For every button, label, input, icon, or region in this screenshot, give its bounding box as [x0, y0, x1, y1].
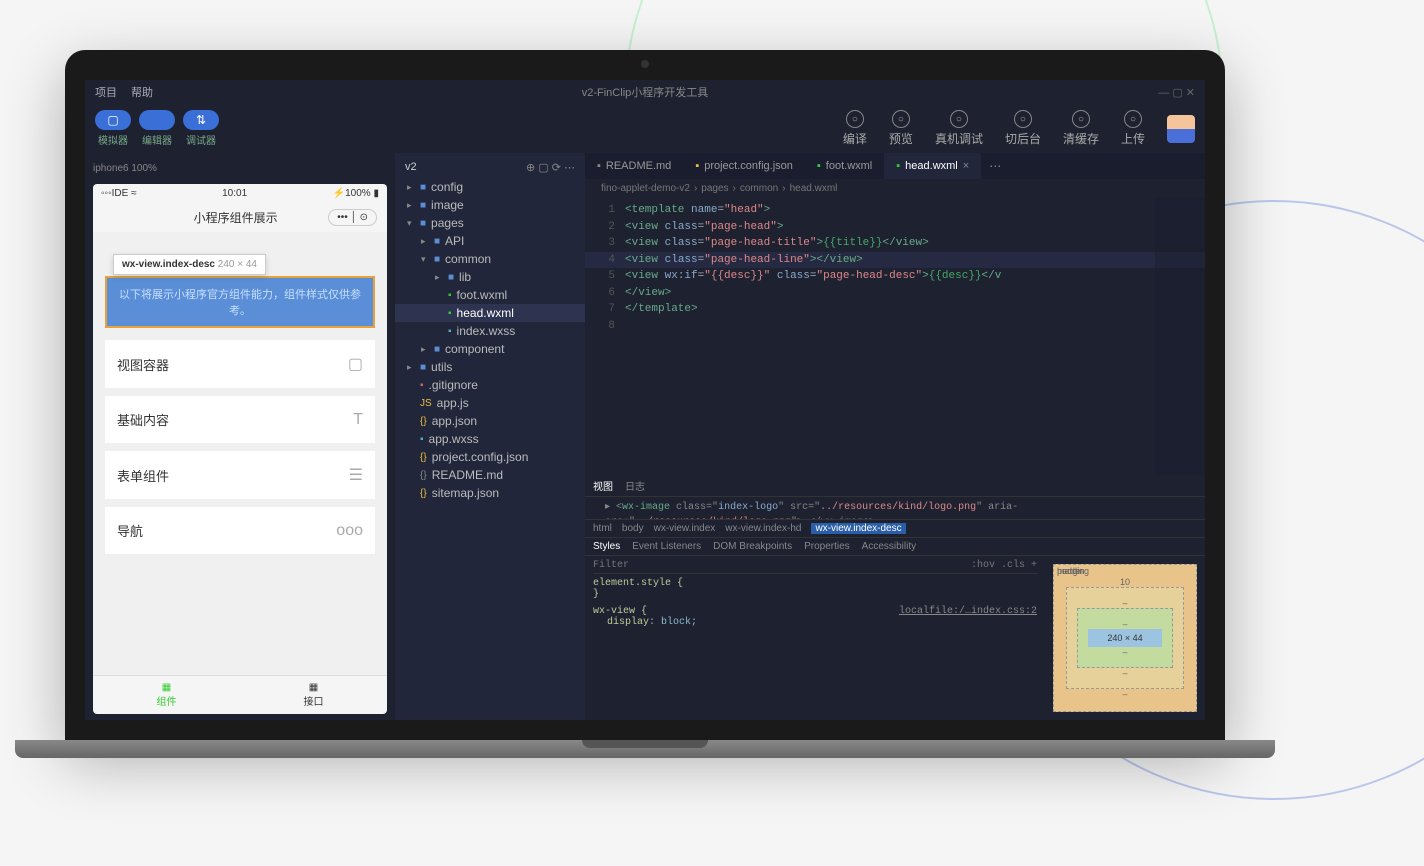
- tree-root[interactable]: v2: [405, 161, 417, 174]
- tree-item[interactable]: ▪foot.wxml: [395, 286, 585, 304]
- phone-tab-0[interactable]: ▦组件: [93, 676, 240, 714]
- devtools-tab-log[interactable]: 日志: [625, 478, 645, 493]
- tree-actions[interactable]: ⊕ ▢ ⟳ ⋯: [526, 161, 575, 174]
- menu-help[interactable]: 帮助: [131, 84, 153, 100]
- elements-breadcrumb[interactable]: htmlbodywx-view.indexwx-view.index-hdwx-…: [585, 519, 1205, 537]
- status-signal: ◦◦◦IDE ≈: [101, 188, 137, 199]
- file-explorer: v2 ⊕ ▢ ⟳ ⋯ ▸■config▸■image▾■pages▸■API▾■…: [395, 153, 585, 720]
- tool-2[interactable]: ⇅调试器: [183, 110, 219, 147]
- devtools-subtab[interactable]: Accessibility: [862, 541, 916, 552]
- tree-item[interactable]: ▸■lib: [395, 268, 585, 286]
- ide-window: 项目 帮助 v2-FinClip小程序开发工具 — ▢ ✕ ▢模拟器编辑器⇅调试…: [85, 80, 1205, 720]
- action-4[interactable]: ○清缓存: [1063, 110, 1099, 147]
- menu-project[interactable]: 项目: [95, 84, 117, 100]
- devtools-subtab[interactable]: Properties: [804, 541, 850, 552]
- tree-item[interactable]: ▪app.wxss: [395, 430, 585, 448]
- tree-item[interactable]: ▪head.wxml: [395, 304, 585, 322]
- minimap[interactable]: [1155, 198, 1205, 475]
- tree-item[interactable]: ▸■utils: [395, 358, 585, 376]
- elements-tree[interactable]: ▸ <wx-image class="index-logo" src="../r…: [585, 497, 1205, 519]
- card-0[interactable]: 视图容器▢: [105, 340, 375, 388]
- tool-0[interactable]: ▢模拟器: [95, 110, 131, 147]
- action-3[interactable]: ○切后台: [1005, 110, 1041, 147]
- box-model: margin 10 border – padding – 240 × 4: [1045, 556, 1205, 720]
- avatar[interactable]: [1167, 115, 1195, 143]
- action-2[interactable]: ○真机调试: [935, 110, 983, 147]
- menubar: 项目 帮助 v2-FinClip小程序开发工具 — ▢ ✕: [85, 80, 1205, 104]
- tree-item[interactable]: {}sitemap.json: [395, 484, 585, 502]
- editor-panel: ▪README.md▪project.config.json▪foot.wxml…: [585, 153, 1205, 720]
- editor-tab[interactable]: ▪foot.wxml: [805, 153, 884, 179]
- status-battery: ⚡100% ▮: [333, 188, 379, 199]
- styles-toggles[interactable]: :hov .cls +: [971, 560, 1037, 571]
- card-2[interactable]: 表单组件☰: [105, 451, 375, 499]
- laptop-frame: 项目 帮助 v2-FinClip小程序开发工具 — ▢ ✕ ▢模拟器编辑器⇅调试…: [65, 50, 1225, 758]
- action-0[interactable]: ○编译: [843, 110, 867, 147]
- tree-item[interactable]: ▪index.wxss: [395, 322, 585, 340]
- window-title: v2-FinClip小程序开发工具: [582, 84, 709, 100]
- tree-item[interactable]: ▸■image: [395, 196, 585, 214]
- simulator-panel: iphone6 100% ◦◦◦IDE ≈ 10:01 ⚡100% ▮ 小程序组…: [85, 153, 395, 720]
- editor-tab[interactable]: ▪head.wxml ×: [884, 153, 981, 179]
- tree-item[interactable]: ▸■API: [395, 232, 585, 250]
- tree-item[interactable]: ▾■common: [395, 250, 585, 268]
- status-time: 10:01: [222, 188, 247, 199]
- breadcrumb[interactable]: fino-applet-demo-v2›pages›common›head.wx…: [585, 179, 1205, 198]
- device-info: iphone6 100%: [93, 159, 387, 184]
- devtools: 视图 日志 ▸ <wx-image class="index-logo" src…: [585, 475, 1205, 720]
- card-3[interactable]: 导航ooo: [105, 507, 375, 554]
- tree-item[interactable]: {}app.json: [395, 412, 585, 430]
- laptop-base: [15, 740, 1275, 758]
- devtools-subtab[interactable]: DOM Breakpoints: [713, 541, 792, 552]
- devtools-subtab[interactable]: Event Listeners: [632, 541, 701, 552]
- laptop-camera: [641, 60, 649, 68]
- tab-more[interactable]: ⋯: [981, 153, 1009, 179]
- window-controls[interactable]: — ▢ ✕: [1158, 86, 1195, 99]
- phone-tab-1[interactable]: ▦接口: [240, 676, 387, 714]
- editor-tab[interactable]: ▪README.md: [585, 153, 683, 179]
- app-capsule[interactable]: ••• │ ⊙: [328, 209, 377, 226]
- tree-item[interactable]: ▪.gitignore: [395, 376, 585, 394]
- tree-item[interactable]: {}README.md: [395, 466, 585, 484]
- code-editor[interactable]: 1<template name="head">2 <view class="pa…: [585, 198, 1205, 475]
- editor-tab[interactable]: ▪project.config.json: [683, 153, 805, 179]
- tree-item[interactable]: {}project.config.json: [395, 448, 585, 466]
- styles-pane[interactable]: Filter :hov .cls + element.style {}</spa…: [585, 556, 1045, 720]
- toolbar: ▢模拟器编辑器⇅调试器 ○编译 ○预览 ○真机调试 ○切后台 ○清缓存 ○上传: [85, 104, 1205, 153]
- devtools-subtab[interactable]: Styles: [593, 541, 620, 552]
- tree-item[interactable]: ▸■config: [395, 178, 585, 196]
- tool-1[interactable]: 编辑器: [139, 110, 175, 147]
- inspect-tooltip: wx-view.index-desc 240 × 44: [113, 254, 266, 275]
- action-5[interactable]: ○上传: [1121, 110, 1145, 147]
- inspected-element[interactable]: 以下将展示小程序官方组件能力，组件样式仅供参考。: [105, 276, 375, 328]
- tree-item[interactable]: JSapp.js: [395, 394, 585, 412]
- styles-filter[interactable]: Filter: [593, 560, 629, 571]
- devtools-tab-view[interactable]: 视图: [593, 478, 613, 493]
- app-title: 小程序组件展示: [143, 209, 328, 226]
- tree-item[interactable]: ▸■component: [395, 340, 585, 358]
- phone-preview: ◦◦◦IDE ≈ 10:01 ⚡100% ▮ 小程序组件展示 ••• │ ⊙ w…: [93, 184, 387, 714]
- tree-item[interactable]: ▾■pages: [395, 214, 585, 232]
- action-1[interactable]: ○预览: [889, 110, 913, 147]
- card-1[interactable]: 基础内容T: [105, 396, 375, 443]
